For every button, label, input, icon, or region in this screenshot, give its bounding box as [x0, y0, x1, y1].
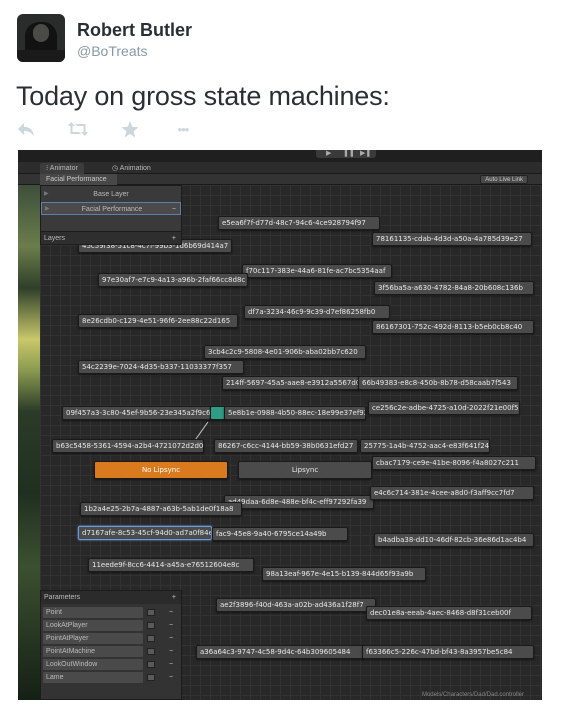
user-handle[interactable]: @BoTreats [77, 43, 148, 59]
parameter-name[interactable]: LookAtPlayer [43, 620, 143, 631]
layer-facial-performance[interactable]: ▶ Facial Performance − [41, 202, 181, 215]
avatar-face [33, 24, 49, 42]
parameter-row: Point − [43, 607, 179, 618]
state-node-no-lipsync[interactable]: No Lipsync [94, 461, 228, 479]
parameter-row: PointAtPlayer − [43, 633, 179, 644]
state-node[interactable]: 25775-1a4b-4752-aac4-e83f641f2481 [360, 439, 490, 453]
state-node-selected[interactable]: d7167afe-8c53-45cf-94d0-ad7a0f84e4f9 [78, 526, 212, 540]
state-node[interactable]: 8e26cdb0-c129-4e51-96f6-2ee88c22d165 [78, 314, 238, 328]
state-node[interactable]: 98a13eaf-967e-4e15-b139-844d65f93a9b [262, 567, 426, 581]
parameter-name[interactable]: Lame [43, 672, 143, 683]
state-node[interactable]: 86267-c6cc-4144-bb59-38b0631efd27 [214, 439, 358, 453]
remove-parameter-button[interactable]: − [169, 620, 173, 631]
user-name[interactable]: Robert Butler [77, 20, 192, 41]
state-node[interactable]: f70c117-383e-44a6-81fe-ac7bc5354aaf [242, 264, 392, 278]
remove-parameter-button[interactable]: − [169, 659, 173, 670]
parameters-title: Parameters [44, 594, 81, 601]
layers-title: Layers [44, 235, 66, 242]
parameter-row: LookOutWindow − [43, 659, 179, 670]
state-node[interactable]: 214ff-5697-45a5-aae8-e3912a5567d0 [222, 376, 360, 390]
state-node[interactable]: f63366c5-226c-47bd-bf43-8a3957be5c84 [362, 645, 534, 659]
state-node[interactable]: 78161135-cdab-4d3d-a50a-4a785d39e27 [372, 232, 532, 246]
layers-header: Layers + [41, 231, 181, 244]
layer-label: Base Layer [93, 191, 129, 198]
state-node[interactable]: e5ea6f7f-d77d-48c7-94c6-4ce928794f97 [218, 216, 380, 230]
parameter-row: LookAtPlayer − [43, 620, 179, 631]
parameter-row: PointAtMachine − [43, 646, 179, 657]
state-node[interactable]: ce256c2e-adbe-4725-a10d-2022f21e00f5 [368, 401, 520, 415]
parameter-checkbox[interactable] [147, 635, 155, 642]
parameter-checkbox[interactable] [147, 609, 155, 616]
favorite-star-icon[interactable] [121, 121, 143, 139]
state-node[interactable]: 5e8b1e-0988-4b50-88ec-18e99e37ef92 [224, 406, 366, 420]
more-icon[interactable]: ••• [171, 121, 195, 139]
state-node[interactable]: ae2f3896-f40d-463a-a02b-ad436a1f28f7 [216, 598, 376, 612]
state-node[interactable]: e4c6c714-381e-4cee-a8d0-f3aff9cc7fd7 [370, 486, 534, 500]
parameters-panel: Parameters + Point − LookAtPlayer − Poin… [40, 590, 182, 700]
parameter-checkbox[interactable] [147, 648, 155, 655]
state-node[interactable]: 3cb4c2c9-5808-4e01-906b-aba02bb7c620 [204, 345, 366, 359]
layers-panel: ▶ Base Layer ▶ Facial Performance − Laye… [40, 185, 182, 245]
remove-parameter-button[interactable]: − [169, 633, 173, 644]
parameter-name[interactable]: Point [43, 607, 143, 618]
state-node[interactable]: cbac7179-ce9e-41be-8096-f4a8027c211 [372, 456, 536, 470]
remove-parameter-button[interactable]: − [169, 646, 173, 657]
remove-parameter-button[interactable]: − [169, 607, 173, 618]
state-node[interactable]: 3f56ba5a-a630-4782-84a8-20b608c136b [374, 281, 534, 295]
unity-animator-screenshot: ▶ ❚❚ ▶❚ ⁝ Animator ◷ Animation Facial Pe… [18, 150, 542, 700]
remove-layer-button[interactable]: − [172, 203, 176, 216]
parameter-name[interactable]: PointAtPlayer [43, 633, 143, 644]
state-node[interactable]: 54c2239e-7024-4d35-b337-11033377f357 [78, 360, 244, 374]
state-node-lipsync[interactable]: Lipsync [238, 461, 372, 479]
parameter-name[interactable]: LookOutWindow [43, 659, 143, 670]
controller-path: Models/Characters/Dad/Dad.controller [421, 692, 524, 698]
state-node[interactable]: 97e30af7-e7c9-4a13-a96b-2faf66cc8d8c [98, 273, 248, 287]
state-node[interactable]: 66b49383-e8c8-450b-8b78-d58caab7f543 [358, 376, 518, 390]
state-node[interactable]: ad49daa-6d8e-488e-bf4c-eff97292fa39 [224, 495, 374, 509]
state-node[interactable]: b63c5458-5361-4594-a2b4-4721072d2d0 [52, 439, 204, 453]
state-node[interactable]: dec01e8a-eeab-4aec-8468-d8f31ceb00f [366, 606, 532, 620]
remove-parameter-button[interactable]: − [169, 672, 173, 683]
layer-label: Facial Performance [81, 206, 143, 213]
state-node[interactable]: a36a64c3-9747-4c58-9d4c-64b309605484 [196, 645, 364, 659]
parameter-checkbox[interactable] [147, 661, 155, 668]
tweet-text: Today on gross state machines: [16, 81, 390, 111]
avatar-shoulders [17, 50, 65, 62]
state-node[interactable]: df7a-3234-46c9-9c39-d7ef86258fb0 [244, 305, 390, 319]
retweet-icon[interactable] [67, 121, 89, 139]
parameter-checkbox[interactable] [147, 622, 155, 629]
state-node[interactable]: 1b2a4e25-2b7a-4887-a63b-5ab1de0f18a8 [80, 502, 242, 516]
layer-base[interactable]: ▶ Base Layer [41, 188, 181, 201]
state-node[interactable]: 86167301-752c-492d-8113-b5eb0cb8c40 [372, 320, 534, 334]
state-node[interactable]: b4adba38-dd10-46df-82cb-36e86d1ac4b4 [374, 533, 534, 547]
add-parameter-button[interactable]: + [172, 591, 176, 604]
state-node[interactable]: 11eede9f-8cc6-4414-a45a-e76512604e8c [88, 558, 254, 572]
parameter-row: Lame − [43, 672, 179, 683]
state-node[interactable]: fac9-45e8-9a40-6795ce14a49b [212, 527, 348, 541]
state-node[interactable]: 09f457a3-3c80-45ef-9b56-23e345a2f9c6 [62, 406, 212, 420]
reply-icon[interactable] [17, 121, 39, 139]
parameter-checkbox[interactable] [147, 674, 155, 681]
avatar[interactable] [17, 14, 65, 62]
parameters-header: Parameters + [41, 591, 181, 604]
parameter-name[interactable]: PointAtMachine [43, 646, 143, 657]
add-layer-button[interactable]: + [172, 232, 176, 245]
